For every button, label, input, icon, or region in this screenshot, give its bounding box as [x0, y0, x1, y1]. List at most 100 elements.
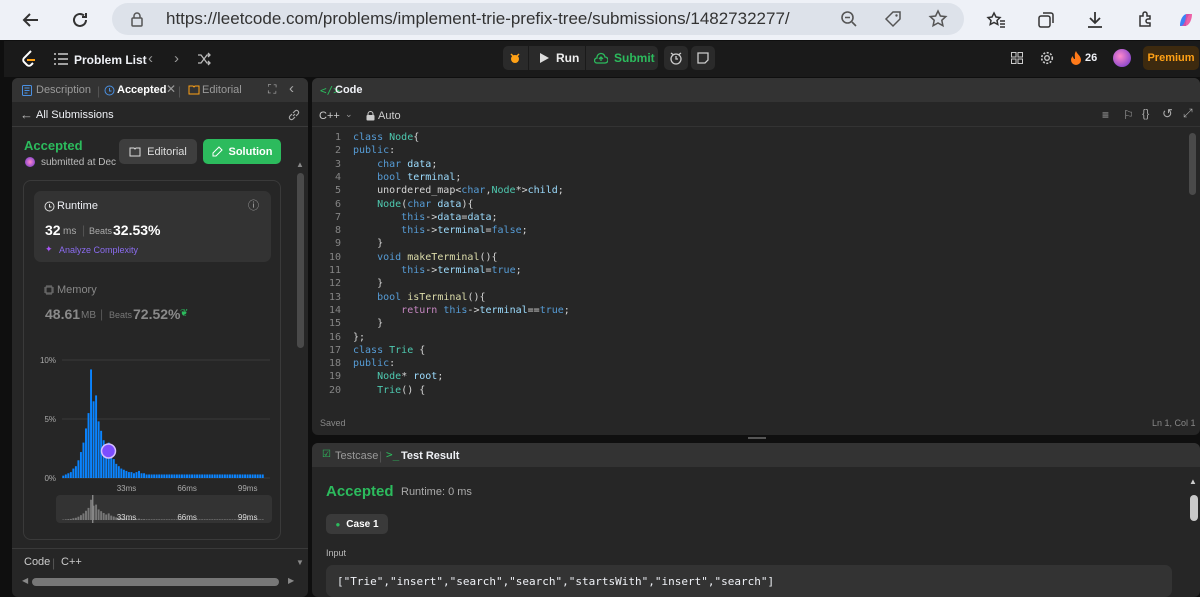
close-tab-icon[interactable]: ✕	[166, 82, 176, 96]
tab-testcase[interactable]: Testcase	[335, 450, 378, 462]
tab-description[interactable]: Description	[36, 84, 91, 96]
line-number: 18	[328, 358, 341, 370]
submit-button[interactable]: Submit	[585, 46, 658, 70]
scroll-up-icon[interactable]: ▲	[296, 160, 304, 169]
problem-list-link[interactable]: Problem List	[74, 53, 147, 67]
left-hscroll-thumb[interactable]	[32, 578, 279, 586]
collapse-icon[interactable]: ‹	[289, 80, 294, 97]
runtime-unit: ms	[63, 226, 77, 237]
code-editor[interactable]: 1 class Node{2 public: 3 char data; 4 bool t…	[317, 131, 1187, 411]
resize-handle[interactable]	[748, 437, 766, 439]
run-button[interactable]: Run	[528, 46, 583, 70]
code-line[interactable]: }	[353, 317, 383, 330]
code-line[interactable]: char data;	[353, 158, 437, 171]
tab-accepted[interactable]: Accepted	[117, 84, 167, 96]
code-line[interactable]: class Trie {	[353, 344, 425, 357]
copilot-icon[interactable]	[1176, 8, 1196, 32]
all-submissions-link[interactable]: All Submissions	[36, 109, 114, 121]
input-box[interactable]: ["Trie","insert","search","search","star…	[326, 565, 1172, 597]
tab-test-result[interactable]: Test Result	[401, 450, 459, 462]
y-tick-label: 5%	[44, 415, 56, 424]
case-1-tab[interactable]: ● Case 1	[326, 514, 388, 534]
histogram-bar	[196, 474, 199, 478]
solution-button[interactable]: Solution	[203, 139, 281, 164]
scroll-right-icon[interactable]: ▶	[288, 576, 294, 585]
overview-bar	[226, 519, 229, 520]
code-line[interactable]: bool isTerminal(){	[353, 291, 485, 304]
download-icon[interactable]	[1083, 8, 1107, 32]
scroll-down-icon[interactable]: ▼	[296, 558, 304, 567]
left-scrollbar-thumb[interactable]	[297, 173, 304, 348]
scroll-left-icon[interactable]: ◀	[22, 576, 28, 585]
tab-editorial[interactable]: Editorial	[202, 84, 242, 96]
code-line[interactable]: Trie() {	[353, 384, 425, 397]
tag-icon[interactable]	[884, 10, 902, 28]
result-scrollbar-thumb[interactable]	[1190, 495, 1198, 521]
code-line[interactable]: };	[353, 331, 365, 344]
histogram-bar	[239, 474, 241, 478]
streak-fire-icon[interactable]	[1070, 51, 1082, 65]
code-line[interactable]: unordered_map<char,Node*>child;	[353, 184, 564, 197]
code-scrollbar-thumb[interactable]	[1189, 133, 1196, 195]
favorite-star-icon[interactable]	[928, 9, 948, 29]
overview-bar	[110, 515, 113, 520]
code-line[interactable]: }	[353, 277, 383, 290]
code-line[interactable]: void makeTerminal(){	[353, 251, 497, 264]
code-line[interactable]: Node(char data){	[353, 198, 473, 211]
back-arrow-icon[interactable]	[19, 8, 43, 32]
fullscreen-icon[interactable]: ⤢	[1183, 106, 1193, 121]
overview-bar	[158, 519, 161, 520]
streak-count[interactable]: 26	[1085, 52, 1097, 64]
runtime-distribution-chart[interactable]: 10% 5% 0% 33ms 66ms 99ms 33ms 66ms 99ms	[12, 348, 292, 548]
extensions-icon[interactable]	[1133, 8, 1157, 32]
result-scroll-up-icon[interactable]: ▲	[1189, 477, 1197, 486]
lock-icon[interactable]	[130, 11, 144, 27]
auto-mode[interactable]: Auto	[378, 110, 401, 122]
reset-icon[interactable]: ↺	[1162, 106, 1173, 122]
braces-icon[interactable]: {}	[1142, 108, 1149, 120]
code-line[interactable]: public:	[353, 357, 395, 370]
overview-bar	[206, 519, 209, 520]
memory-label[interactable]: Memory	[57, 284, 97, 296]
code-line[interactable]: this->terminal=true;	[353, 264, 521, 277]
format-icon[interactable]: ≡	[1102, 108, 1109, 122]
code-line[interactable]: Node* root;	[353, 370, 443, 383]
list-icon[interactable]	[54, 53, 68, 65]
settings-gear-icon[interactable]	[1040, 51, 1054, 65]
code-line[interactable]: this->data=data;	[353, 211, 497, 224]
premium-button[interactable]: Premium	[1143, 46, 1199, 70]
refresh-icon[interactable]	[68, 8, 92, 32]
notes-button[interactable]	[691, 46, 715, 70]
grid-icon[interactable]	[1011, 52, 1023, 64]
code-line[interactable]: bool terminal;	[353, 171, 461, 184]
next-problem-icon[interactable]: ›	[174, 50, 179, 67]
url-text[interactable]: https://leetcode.com/problems/implement-…	[166, 9, 790, 29]
chevron-down-icon[interactable]: ⌄	[345, 109, 353, 120]
overview-x-tick-label: 99ms	[238, 513, 258, 522]
code-line[interactable]: }	[353, 237, 383, 250]
info-icon[interactable]: ⓘ	[248, 197, 259, 213]
editorial-button[interactable]: Editorial	[119, 139, 197, 164]
expand-icon[interactable]: ⛶	[268, 82, 276, 97]
code-line[interactable]: return this->terminal==true;	[353, 304, 570, 317]
line-number: 16	[328, 331, 341, 343]
collections-icon[interactable]	[1034, 8, 1058, 32]
zoom-icon[interactable]	[840, 10, 858, 28]
shuffle-icon[interactable]	[197, 52, 211, 66]
histogram-bar	[62, 475, 65, 478]
code-line[interactable]: public:	[353, 144, 395, 157]
favorites-icon[interactable]	[984, 8, 1008, 32]
debug-icon[interactable]	[508, 51, 522, 65]
address-bar[interactable]: https://leetcode.com/problems/implement-…	[112, 3, 964, 35]
avatar[interactable]	[1113, 49, 1131, 67]
bookmark-icon[interactable]: ⚐	[1123, 108, 1134, 122]
leetcode-logo-icon[interactable]	[21, 50, 37, 68]
prev-problem-icon[interactable]: ‹	[148, 50, 153, 67]
timer-button[interactable]	[664, 46, 688, 70]
language-select[interactable]: C++	[319, 110, 340, 122]
back-arrow-small-icon[interactable]: ←	[20, 107, 33, 122]
code-line[interactable]: class Node{	[353, 131, 419, 144]
analyze-complexity-link[interactable]: Analyze Complexity	[59, 245, 138, 255]
code-line[interactable]: this->terminal=false;	[353, 224, 527, 237]
overview-bar	[213, 519, 216, 520]
